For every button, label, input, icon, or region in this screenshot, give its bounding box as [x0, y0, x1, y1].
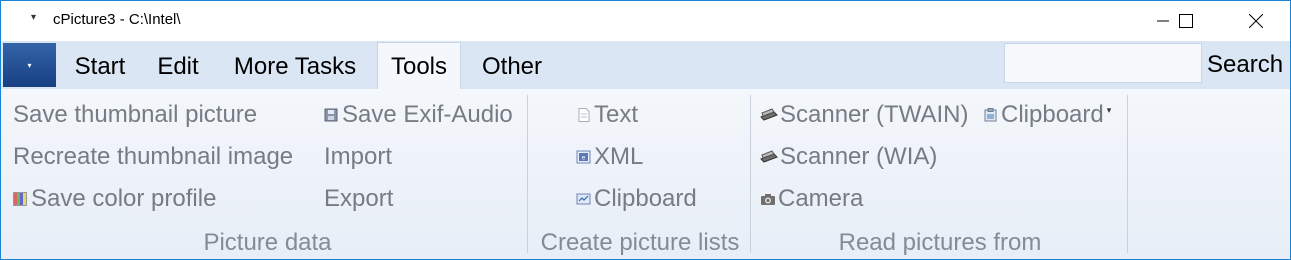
list-text-button[interactable]: Text	[576, 101, 638, 129]
export-label: Export	[324, 185, 394, 212]
scanner-wia-label: Scanner (WIA)	[780, 143, 938, 170]
group-label-read-pictures-from: Read pictures from	[838, 229, 1042, 256]
application-menu-button[interactable]: ▾	[3, 43, 56, 87]
quick-access-dropdown[interactable]: ▾	[31, 12, 36, 23]
save-thumbnail-label: Save thumbnail picture	[13, 101, 258, 128]
list-clipboard-label: Clipboard	[594, 185, 697, 212]
xml-document-icon: e	[576, 150, 591, 164]
read-clipboard-dropdown[interactable]: Clipboard ▾	[984, 101, 1111, 129]
scanner-twain-label: Scanner (TWAIN)	[780, 101, 969, 128]
scanner-icon	[760, 150, 778, 163]
save-exif-audio-button[interactable]: Save Exif-Audio	[324, 101, 513, 129]
camera-label: Camera	[778, 185, 864, 212]
list-xml-label: XML	[594, 143, 644, 170]
list-clipboard-button[interactable]: Clipboard	[576, 185, 697, 213]
tab-other[interactable]: Other	[469, 50, 555, 88]
list-xml-button[interactable]: e XML	[576, 143, 643, 171]
search-button[interactable]: Search	[1207, 51, 1283, 79]
chevron-down-icon: ▾	[1106, 104, 1112, 115]
tab-edit[interactable]: Edit	[143, 50, 213, 88]
camera-icon	[761, 194, 775, 205]
close-icon	[1249, 14, 1263, 28]
app-window: ▾ cPicture3 - C:\Intel\ ▾ Start Edit Mor…	[0, 0, 1291, 260]
ribbon-panel-tools: Save thumbnail picture Recreate thumbnai…	[1, 89, 1290, 259]
ribbon-tab-bar: ▾ Start Edit More Tasks Tools Other Sear…	[1, 41, 1290, 89]
save-color-profile-button[interactable]: Save color profile	[13, 185, 216, 213]
export-button[interactable]: Export	[324, 185, 393, 213]
scanner-twain-button[interactable]: Scanner (TWAIN)	[760, 101, 968, 129]
tab-tools[interactable]: Tools	[377, 42, 461, 89]
camera-button[interactable]: Camera	[760, 185, 863, 213]
group-label-create-picture-lists: Create picture lists	[540, 229, 740, 256]
import-button[interactable]: Import	[324, 143, 392, 171]
group-separator	[527, 95, 528, 253]
clipboard-icon	[984, 108, 997, 122]
close-button[interactable]	[1233, 1, 1279, 41]
save-color-profile-label: Save color profile	[31, 185, 217, 212]
group-separator	[750, 95, 751, 253]
scanner-icon	[760, 108, 778, 121]
maximize-button[interactable]	[1163, 1, 1209, 41]
window-title: cPicture3 - C:\Intel\	[53, 11, 181, 28]
search-input[interactable]	[1004, 43, 1202, 83]
scanner-wia-button[interactable]: Scanner (WIA)	[760, 143, 937, 171]
save-exif-audio-label: Save Exif-Audio	[342, 101, 513, 128]
recreate-thumbnail-label: Recreate thumbnail image	[13, 143, 294, 170]
text-document-icon	[578, 108, 590, 122]
svg-text:e: e	[582, 155, 586, 162]
title-bar: ▾ cPicture3 - C:\Intel\	[1, 1, 1290, 41]
tab-more-tasks[interactable]: More Tasks	[223, 50, 367, 88]
clipboard-list-icon	[576, 193, 591, 205]
group-separator	[1127, 95, 1128, 253]
floppy-disk-icon	[324, 108, 338, 122]
group-label-picture-data: Picture data	[203, 229, 332, 256]
list-text-label: Text	[594, 101, 639, 128]
maximize-icon	[1179, 14, 1193, 28]
save-thumbnail-button[interactable]: Save thumbnail picture	[13, 101, 257, 129]
color-profile-icon	[13, 192, 27, 206]
read-clipboard-label: Clipboard	[1001, 101, 1104, 128]
import-label: Import	[324, 143, 393, 170]
recreate-thumbnail-button[interactable]: Recreate thumbnail image	[13, 143, 293, 171]
tab-start[interactable]: Start	[64, 50, 136, 88]
